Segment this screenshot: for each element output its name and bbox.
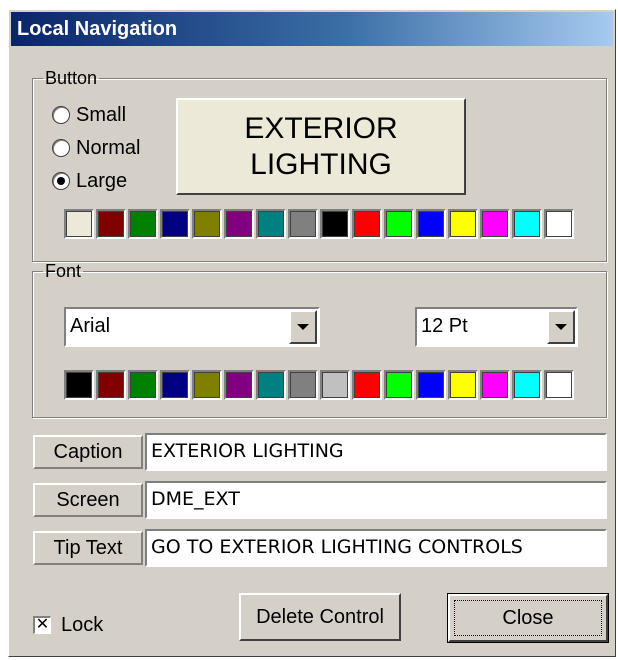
lock-checkbox[interactable]: ✕ bbox=[33, 616, 51, 634]
font-color-swatch[interactable] bbox=[480, 370, 510, 400]
screen-field[interactable]: DME_EXT bbox=[145, 481, 607, 519]
font-color-swatch[interactable] bbox=[160, 370, 190, 400]
radio-large-indicator[interactable] bbox=[52, 172, 70, 190]
font-group-legend: Font bbox=[45, 261, 82, 281]
font-color-swatch[interactable] bbox=[288, 370, 318, 400]
font-size-dropdown-button[interactable] bbox=[547, 310, 575, 344]
font-color-swatch[interactable] bbox=[544, 370, 574, 400]
button-color-swatch[interactable] bbox=[256, 209, 286, 239]
close-button[interactable]: Close bbox=[447, 593, 609, 643]
button-color-swatch[interactable] bbox=[352, 209, 382, 239]
radio-normal-label: Normal bbox=[76, 136, 141, 159]
font-color-swatch[interactable] bbox=[256, 370, 286, 400]
radio-small-label: Small bbox=[76, 103, 127, 126]
button-color-swatch[interactable] bbox=[224, 209, 254, 239]
font-color-swatch[interactable] bbox=[224, 370, 254, 400]
button-preview[interactable]: EXTERIOR LIGHTING bbox=[176, 98, 466, 195]
window-title: Local Navigation bbox=[17, 18, 178, 40]
font-color-swatch[interactable] bbox=[352, 370, 382, 400]
button-group-legend: Button bbox=[45, 68, 98, 88]
button-color-swatch[interactable] bbox=[192, 209, 222, 239]
font-name-value: Arial bbox=[70, 315, 111, 337]
font-color-swatch[interactable] bbox=[512, 370, 542, 400]
button-color-swatch[interactable] bbox=[384, 209, 414, 239]
button-color-swatch[interactable] bbox=[480, 209, 510, 239]
font-color-swatch[interactable] bbox=[384, 370, 414, 400]
caption-label: Caption bbox=[33, 435, 143, 469]
font-color-palette bbox=[64, 370, 576, 400]
title-bar[interactable]: Local Navigation bbox=[11, 12, 613, 46]
button-color-swatch[interactable] bbox=[160, 209, 190, 239]
font-name-dropdown-button[interactable] bbox=[289, 310, 317, 344]
radio-large-label: Large bbox=[76, 169, 128, 192]
size-radio-large[interactable]: Large bbox=[52, 167, 127, 195]
radio-normal-indicator[interactable] bbox=[52, 139, 70, 157]
button-color-swatch[interactable] bbox=[288, 209, 318, 239]
caption-field[interactable]: EXTERIOR LIGHTING bbox=[145, 433, 607, 471]
button-color-swatch[interactable] bbox=[64, 209, 94, 239]
delete-control-button[interactable]: Delete Control bbox=[239, 593, 401, 641]
button-color-swatch[interactable] bbox=[416, 209, 446, 239]
font-color-swatch[interactable] bbox=[192, 370, 222, 400]
button-color-swatch[interactable] bbox=[320, 209, 350, 239]
tip-text-label: Tip Text bbox=[33, 531, 143, 565]
size-radio-normal[interactable]: Normal bbox=[52, 134, 140, 162]
font-color-swatch[interactable] bbox=[416, 370, 446, 400]
chevron-down-icon bbox=[555, 324, 567, 330]
tip-text-field[interactable]: GO TO EXTERIOR LIGHTING CONTROLS bbox=[145, 529, 607, 567]
radio-small-indicator[interactable] bbox=[52, 106, 70, 124]
font-size-value: 12 Pt bbox=[421, 315, 468, 337]
font-size-select[interactable]: 12 Pt bbox=[415, 307, 578, 347]
button-color-swatch[interactable] bbox=[448, 209, 478, 239]
font-color-swatch[interactable] bbox=[128, 370, 158, 400]
button-color-swatch[interactable] bbox=[512, 209, 542, 239]
screen-label: Screen bbox=[33, 483, 143, 517]
button-color-swatch[interactable] bbox=[96, 209, 126, 239]
font-name-select[interactable]: Arial bbox=[64, 307, 320, 347]
chevron-down-icon bbox=[297, 324, 309, 330]
preview-line-1: EXTERIOR bbox=[244, 111, 398, 145]
button-color-swatch[interactable] bbox=[544, 209, 574, 239]
button-color-swatch[interactable] bbox=[128, 209, 158, 239]
font-color-swatch[interactable] bbox=[96, 370, 126, 400]
preview-line-2: LIGHTING bbox=[250, 147, 392, 181]
button-color-palette bbox=[64, 209, 576, 239]
font-color-swatch[interactable] bbox=[320, 370, 350, 400]
lock-label[interactable]: Lock bbox=[61, 614, 103, 637]
font-color-swatch[interactable] bbox=[64, 370, 94, 400]
checkmark-x-icon: ✕ bbox=[35, 616, 50, 633]
local-navigation-dialog: Local Navigation Button Small Normal Lar… bbox=[8, 9, 616, 657]
focus-rectangle bbox=[454, 600, 602, 636]
font-color-swatch[interactable] bbox=[448, 370, 478, 400]
size-radio-small[interactable]: Small bbox=[52, 101, 126, 129]
